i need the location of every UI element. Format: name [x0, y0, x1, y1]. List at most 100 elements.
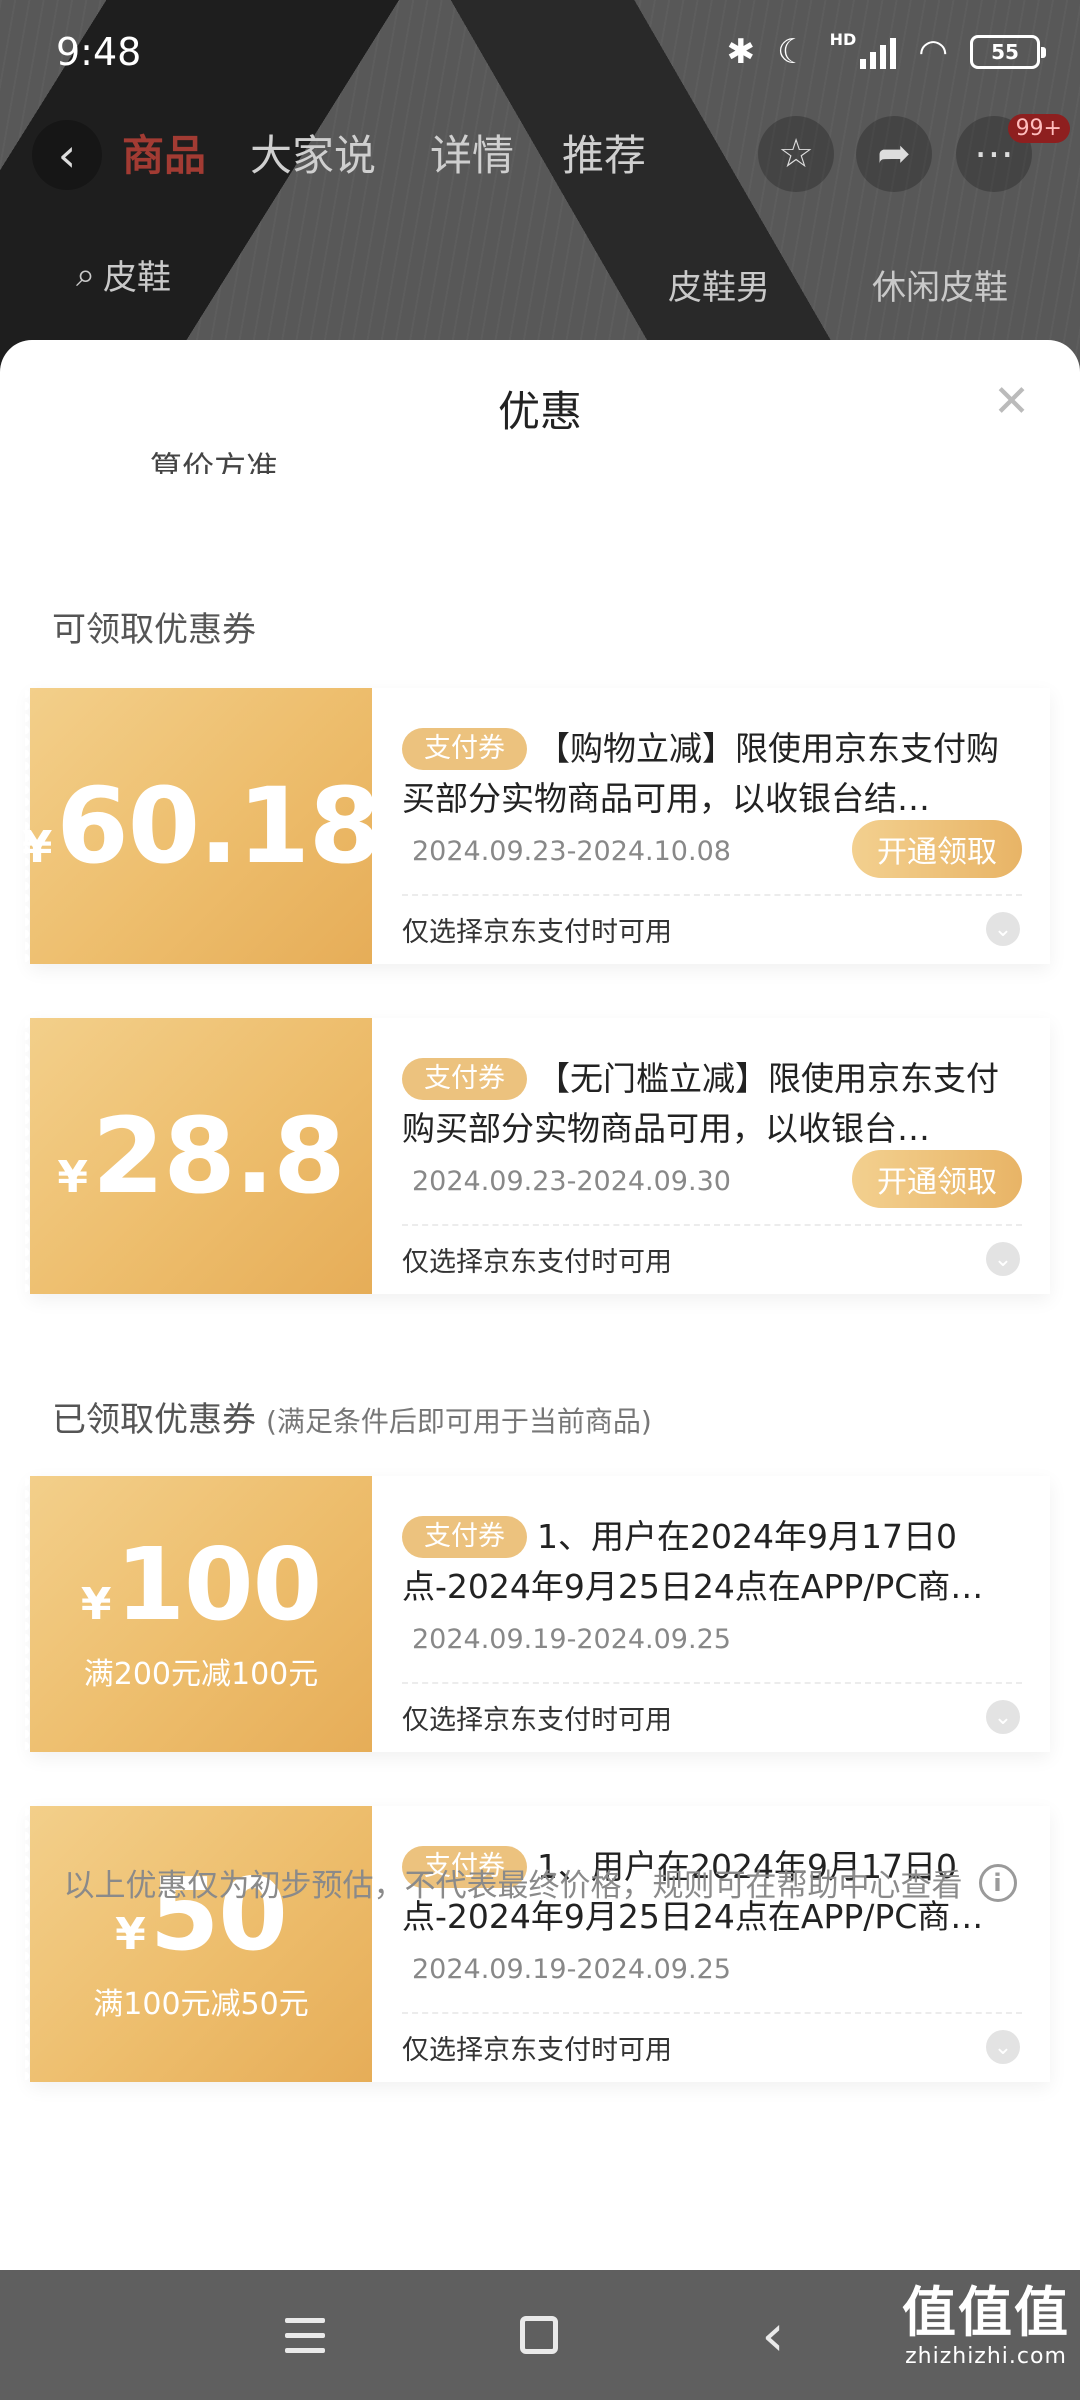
coupon-card: ¥ 50 满100元减50元 支付券 1、用户在2024年9月17日0点-2024… [25, 1806, 1050, 2082]
coupon-info: 支付券 1、用户在2024年9月17日0点-2024年9月25日24点在APP/P… [372, 1476, 1050, 1752]
coupon-description: 支付券 【无门槛立减】限使用京东支付购买部分实物商品可用，以收银台… [402, 1054, 1012, 1154]
coupon-condition: 满100元减50元 [93, 1987, 309, 2022]
coupon-tag: 支付券 [402, 1058, 527, 1100]
home-icon [520, 2316, 558, 2354]
status-icons: ✱ ☾ HD ◠ 55 [726, 28, 1046, 76]
coupon-info: 支付券 【购物立减】限使用京东支付购买部分实物商品可用，以收银台结… 2024.0… [372, 688, 1050, 964]
chevron-down-icon: ⌄ [993, 1246, 1013, 1272]
recents-button[interactable] [270, 2300, 340, 2370]
favorite-button[interactable]: ☆ [758, 116, 834, 192]
search-row: ⌕ 皮鞋 皮鞋男 休闲皮鞋 [0, 250, 1080, 320]
close-icon: ✕ [993, 376, 1030, 427]
expand-button[interactable]: ⌄ [986, 1700, 1020, 1734]
home-button[interactable] [504, 2300, 574, 2370]
divider [402, 2012, 1022, 2014]
coupon-condition: 满200元减100元 [83, 1657, 319, 1692]
expand-button[interactable]: ⌄ [986, 2030, 1020, 2064]
coupon-amount-panel: ¥ 100 满200元减100元 [25, 1476, 372, 1752]
close-button[interactable]: ✕ [993, 380, 1030, 424]
claimed-coupons-heading: 已领取优惠券 (满足条件后即可用于当前商品) [52, 1392, 652, 1441]
expand-button[interactable]: ⌄ [986, 1242, 1020, 1276]
tab-reviews[interactable]: 大家说 [250, 122, 376, 183]
coupon-amount-panel: ¥ 50 满100元减50元 [25, 1806, 372, 2082]
coupon-card: ¥ 60.18 支付券 【购物立减】限使用京东支付购买部分实物商品可用，以收银台结… [22, 688, 1050, 964]
search-box[interactable]: ⌕ 皮鞋 [76, 250, 171, 299]
coupon-amount-panel: ¥ 60.18 [22, 688, 381, 964]
currency-symbol: ¥ [21, 822, 53, 873]
moon-icon: ☾ [777, 32, 808, 72]
sheet-title: 优惠 [497, 387, 582, 436]
amount-value: 100 [115, 1526, 322, 1643]
back-button[interactable]: ‹ [32, 120, 102, 190]
back-icon: ‹ [761, 2301, 785, 2369]
watermark-logo: 值值值 [902, 2281, 1070, 2344]
info-icon[interactable]: i [978, 1863, 1017, 1902]
coupon-amount: ¥ 28.8 [57, 1095, 346, 1217]
claimed-coupons-title: 已领取优惠券 [52, 1400, 256, 1440]
claim-button[interactable]: 开通领取 [852, 820, 1022, 878]
currency-symbol: ¥ [57, 1152, 88, 1203]
search-chip[interactable]: 休闲皮鞋 [872, 260, 1008, 309]
coupon-note: 仅选择京东支付时可用 [402, 1247, 672, 1278]
status-time: 9:48 [56, 30, 142, 74]
coupon-date: 2024.09.23-2024.10.08 [412, 836, 731, 867]
coupon-amount-panel: ¥ 28.8 [25, 1018, 372, 1294]
coupon-date: 2024.09.19-2024.09.25 [412, 1954, 731, 1985]
footer-note-text: 以上优惠仅为初步预估，不代表最终价格，规则可在帮助中心查看 [63, 1868, 963, 1904]
currency-symbol: ¥ [115, 1909, 146, 1960]
currency-symbol: ¥ [80, 1579, 112, 1630]
coupon-note: 仅选择京东支付时可用 [402, 2035, 672, 2066]
coupon-description: 支付券 【购物立减】限使用京东支付购买部分实物商品可用，以收银台结… [402, 724, 1012, 824]
coupon-info: 支付券 【无门槛立减】限使用京东支付购买部分实物商品可用，以收银台… 2024.0… [372, 1018, 1050, 1294]
claim-button[interactable]: 开通领取 [852, 1150, 1022, 1208]
chevron-down-icon: ⌄ [993, 916, 1013, 942]
system-nav-bar: ‹ 值值值 zhizhizhi.com [0, 2270, 1080, 2400]
available-coupons-heading: 可领取优惠券 [52, 610, 256, 650]
claimed-coupons-subtitle: (满足条件后即可用于当前商品) [266, 1405, 652, 1438]
scrolled-text: 算价方准 [150, 449, 279, 474]
more-icon: ⋯ [974, 131, 1014, 177]
bluetooth-icon: ✱ [726, 32, 756, 72]
chevron-down-icon: ⌄ [993, 1704, 1013, 1730]
chevron-left-icon: ‹ [57, 128, 77, 182]
tab-details[interactable]: 详情 [430, 122, 514, 183]
coupon-date: 2024.09.19-2024.09.25 [412, 1624, 731, 1655]
chevron-down-icon: ⌄ [993, 2034, 1013, 2060]
battery-icon: 55 [970, 35, 1046, 69]
system-back-button[interactable]: ‹ [738, 2300, 808, 2370]
watermark-url: zhizhizhi.com [905, 2344, 1067, 2369]
divider [402, 1224, 1022, 1226]
search-chip[interactable]: 皮鞋男 [668, 260, 770, 309]
product-nav: ‹ 商品 大家说 详情 推荐 ☆ ➦ ⋯ 99+ [0, 112, 1080, 192]
search-icon: ⌕ [76, 254, 96, 295]
share-button[interactable]: ➦ [856, 116, 932, 192]
tab-recommend[interactable]: 推荐 [562, 122, 646, 183]
coupon-info: 支付券 1、用户在2024年9月17日0点-2024年9月25日24点在APP/P… [372, 1806, 1050, 2082]
divider [402, 894, 1022, 896]
discount-sheet: 优惠 ✕ 算价方准 可领取优惠券 ¥ 60.18 支付券 【购物立减】限使用京东支… [0, 340, 1080, 2270]
coupon-amount: ¥ 100 [80, 1526, 322, 1643]
coupon-card: ¥ 100 满200元减100元 支付券 1、用户在2024年9月17日0点-20… [25, 1476, 1050, 1752]
amount-value: 60.18 [56, 765, 381, 887]
expand-button[interactable]: ⌄ [986, 912, 1020, 946]
network-label: HD [829, 30, 857, 49]
coupon-note: 仅选择京东支付时可用 [402, 917, 672, 948]
share-icon: ➦ [877, 131, 911, 177]
coupon-date: 2024.09.23-2024.09.30 [412, 1166, 731, 1197]
footer-note: 以上优惠仅为初步预估，不代表最终价格，规则可在帮助中心查看 i [0, 1860, 1080, 1905]
message-badge: 99+ [1007, 114, 1070, 143]
coupon-amount: ¥ 60.18 [21, 765, 382, 887]
wifi-icon: ◠ [918, 32, 948, 72]
signal-icon [860, 35, 897, 69]
menu-icon [285, 2317, 325, 2353]
amount-value: 28.8 [92, 1095, 346, 1217]
coupon-tag: 支付券 [402, 728, 527, 770]
coupon-note: 仅选择京东支付时可用 [402, 1705, 672, 1736]
search-query: 皮鞋 [103, 258, 172, 298]
coupon-card: ¥ 28.8 支付券 【无门槛立减】限使用京东支付购买部分实物商品可用，以收银台…… [25, 1018, 1050, 1294]
tab-product[interactable]: 商品 [122, 122, 206, 183]
star-icon: ☆ [778, 131, 814, 177]
coupon-description: 支付券 1、用户在2024年9月17日0点-2024年9月25日24点在APP/P… [402, 1512, 1012, 1612]
coupon-tag: 支付券 [402, 1516, 527, 1558]
status-bar: 9:48 ✱ ☾ HD ◠ 55 [0, 0, 1080, 110]
